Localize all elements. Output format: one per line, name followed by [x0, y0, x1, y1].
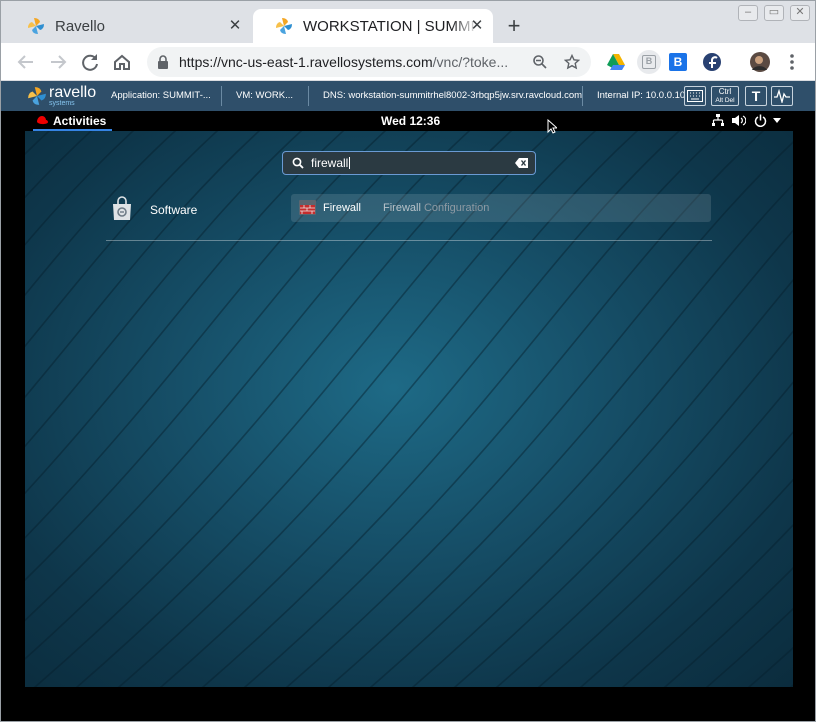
browser-toolbar: https://vnc-us-east-1.ravellosystems.com…: [1, 43, 815, 81]
maximize-button[interactable]: ▭: [764, 5, 784, 21]
vm-name: VM: WORK...: [236, 90, 293, 101]
result-description: Firewall Configuration: [383, 202, 490, 214]
result-name: Firewall: [323, 202, 361, 214]
zoom-icon[interactable]: [532, 54, 548, 70]
divider: [221, 86, 222, 106]
activity-icon: [774, 89, 790, 103]
keyboard-button[interactable]: [684, 86, 706, 106]
browser-window: Ravello ✕ WORKSTATION | SUMMIT-... ✕ + –…: [0, 0, 816, 722]
lock-icon: [158, 55, 168, 69]
home-icon[interactable]: [111, 51, 133, 73]
address-bar[interactable]: https://vnc-us-east-1.ravellosystems.com…: [147, 47, 591, 77]
network-icon[interactable]: [712, 114, 724, 127]
keyboard-icon: [687, 90, 703, 102]
ravello-tab-icon: [276, 18, 292, 34]
extension-icon[interactable]: B: [669, 53, 687, 71]
forward-icon[interactable]: [47, 51, 69, 73]
activities-button[interactable]: Activities: [33, 111, 113, 131]
tab-ravello[interactable]: Ravello ✕: [5, 9, 251, 43]
new-tab-button[interactable]: +: [503, 15, 525, 38]
application-name: Application: SUMMIT-...: [111, 90, 211, 101]
search-query: firewall: [311, 156, 349, 170]
minimize-button[interactable]: –: [738, 5, 758, 21]
back-icon[interactable]: [15, 51, 37, 73]
results-divider: [106, 240, 712, 241]
activity-button[interactable]: [771, 86, 793, 106]
tab-title: Ravello: [55, 17, 106, 35]
ravello-logo: ravello systems: [27, 84, 105, 107]
text-paste-button[interactable]: T: [745, 86, 767, 106]
ravello-logo-icon: [28, 87, 46, 105]
vnc-viewport[interactable]: Activities Wed 12:36 firewall Software F…: [1, 111, 815, 721]
ctrl-alt-del-button[interactable]: Ctrl Alt Del: [711, 86, 739, 106]
tab-strip: Ravello ✕ WORKSTATION | SUMMIT-... ✕ + –…: [1, 1, 815, 43]
divider: [582, 86, 583, 106]
redhat-icon: [37, 116, 48, 125]
avatar[interactable]: [749, 51, 771, 73]
clear-icon[interactable]: [515, 158, 528, 168]
search-input[interactable]: firewall: [282, 151, 536, 175]
gnome-desktop: Activities Wed 12:36 firewall Software F…: [25, 111, 793, 687]
clock[interactable]: Wed 12:36: [381, 114, 440, 128]
dns-name: DNS: workstation-summitrhel8002-3rbqp5jw…: [323, 90, 583, 101]
firewall-icon: [299, 200, 316, 215]
mouse-cursor: [547, 119, 557, 134]
close-tab-icon[interactable]: ✕: [469, 18, 485, 34]
ravello-console-bar: ravello systems Application: SUMMIT-... …: [1, 81, 815, 111]
ravello-tab-icon: [28, 18, 44, 34]
extension-icon[interactable]: B: [637, 50, 661, 74]
tab-workstation[interactable]: WORKSTATION | SUMMIT-... ✕: [253, 9, 493, 43]
tab-title: WORKSTATION | SUMMIT-...: [303, 17, 478, 35]
fedora-icon[interactable]: [701, 51, 723, 73]
search-result-firewall[interactable]: Firewall Firewall Configuration: [291, 194, 711, 222]
power-icon[interactable]: [754, 114, 767, 127]
menu-icon[interactable]: [781, 51, 803, 73]
volume-icon[interactable]: [732, 114, 746, 127]
search-provider-software[interactable]: Software: [111, 195, 231, 223]
url-text: https://vnc-us-east-1.ravellosystems.com…: [179, 54, 509, 70]
gnome-top-bar: Activities Wed 12:36: [25, 111, 793, 131]
software-icon: [113, 196, 131, 220]
close-window-button[interactable]: ✕: [790, 5, 810, 21]
close-tab-icon[interactable]: ✕: [227, 18, 243, 34]
star-icon[interactable]: [564, 54, 580, 70]
reload-icon[interactable]: [79, 51, 101, 73]
chevron-down-icon[interactable]: [773, 118, 781, 123]
divider: [308, 86, 309, 106]
internal-ip: Internal IP: 10.0.0.10: [597, 90, 686, 101]
search-icon: [292, 157, 304, 169]
drive-icon[interactable]: [605, 51, 627, 73]
